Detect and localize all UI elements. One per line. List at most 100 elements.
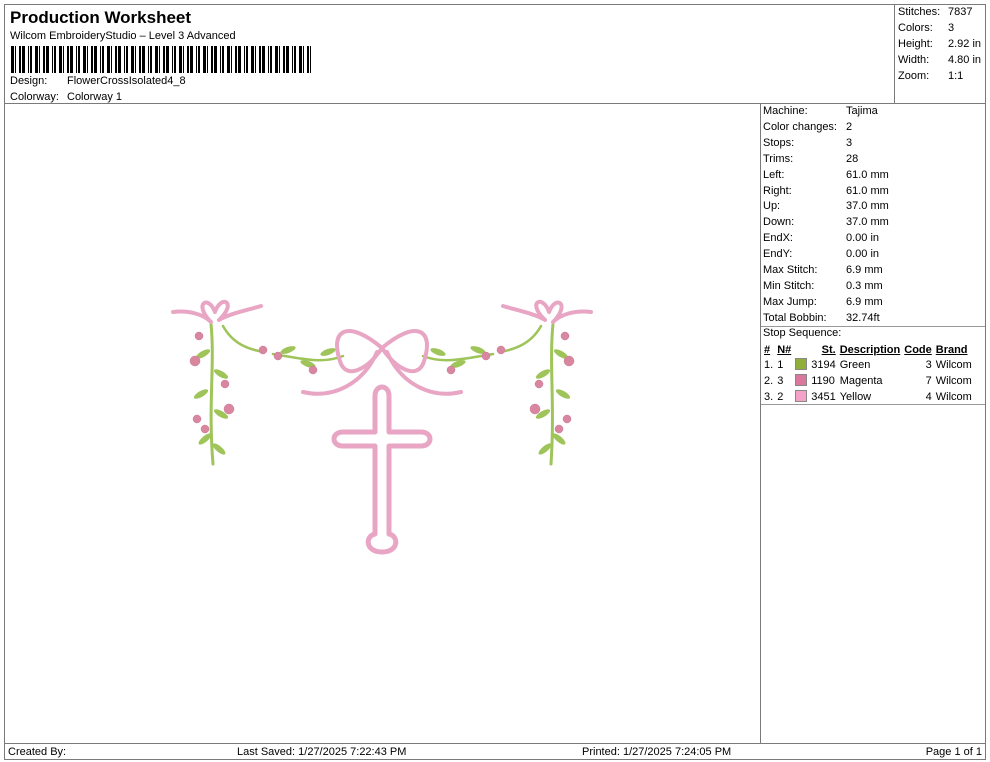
barcode-bar: [238, 46, 241, 73]
barcode-bar: [198, 46, 200, 73]
colorway-row: Colorway: Colorway 1: [10, 91, 122, 103]
barcode-bar: [244, 46, 245, 73]
barcode-bar: [220, 46, 221, 73]
detail-row-down: Down: 37.0 mm: [763, 216, 889, 229]
barcode-bar: [142, 46, 145, 73]
design-value: FlowerCrossIsolated4_8: [67, 75, 186, 87]
stop-sequence-row: 1. 1 3194 Green 3 Wilcom: [764, 358, 972, 371]
barcode-bar: [174, 46, 176, 73]
design-preview: [4, 103, 761, 744]
barcode-bar: [187, 46, 189, 73]
summary-row-width: Width: 4.80 in: [898, 54, 982, 66]
detail-row-endy: EndY: 0.00 in: [763, 248, 880, 261]
barcode-bar: [70, 46, 73, 73]
created-by: Created By:: [8, 746, 67, 758]
right-vine-branch: [499, 324, 543, 354]
barcode-bar: [118, 46, 121, 73]
barcode-bar: [163, 46, 165, 73]
color-swatch: [795, 374, 808, 386]
barcode-bar: [39, 46, 40, 73]
barcode-bar: [22, 46, 25, 73]
summary-row-stitches: Stitches: 7837: [898, 6, 973, 18]
barcode-bar: [43, 46, 45, 73]
worksheet-title: Production Worksheet: [10, 8, 192, 27]
detail-row-totalbobbin: Total Bobbin: 32.74ft: [763, 311, 880, 324]
barcode-bar: [76, 46, 77, 73]
table-bottom-divider: [761, 404, 985, 405]
barcode-bar: [299, 46, 302, 73]
barcode-bar: [207, 46, 208, 73]
detail-row-stops: Stops: 3: [763, 136, 853, 149]
summary-panel: Stitches: 7837 Colors: 3 Height: 2.92 in Wi…: [894, 4, 986, 104]
colorway-value: Colorway 1: [67, 91, 123, 103]
detail-row-up: Up: 37.0 mm: [763, 200, 889, 213]
barcode-bar: [94, 46, 97, 73]
left-vine-branch: [221, 324, 265, 354]
barcode-bar: [259, 46, 261, 73]
barcode-bar: [279, 46, 280, 73]
barcode-bar: [131, 46, 134, 73]
barcode-bar: [172, 46, 173, 73]
barcode-bar: [30, 46, 32, 73]
barcode-bar: [107, 46, 110, 73]
barcode-bar: [135, 46, 136, 73]
detail-row-right: Right: 61.0 mm: [763, 184, 889, 197]
barcode-bar: [148, 46, 149, 73]
footer: Created By: Last Saved: 1/27/2025 7:22:4…: [4, 743, 986, 760]
barcode-bar: [124, 46, 125, 73]
right-vine: [549, 322, 555, 466]
barcode-bar: [126, 46, 128, 73]
barcode-bar: [255, 46, 256, 73]
detail-row-endx: EndX: 0.00 in: [763, 232, 880, 245]
stop-sequence-table: # N# St. Description Code Brand 1. 1 3194 G…: [762, 342, 974, 405]
color-swatch: [795, 390, 808, 402]
barcode-bar: [294, 46, 296, 73]
barcode-bar: [46, 46, 49, 73]
barcode-bar: [211, 46, 213, 73]
barcode-bar: [115, 46, 117, 73]
detail-row-colorchanges: Color changes: 2: [763, 120, 853, 133]
cross: [331, 384, 433, 555]
detail-row-trims: Trims: 28: [763, 152, 859, 165]
detail-row-machine: Machine: Tajima: [763, 105, 878, 117]
barcode-bar: [52, 46, 53, 73]
barcode-bar: [63, 46, 64, 73]
stop-sequence-title: Stop Sequence:: [763, 327, 842, 339]
barcode-bar: [150, 46, 152, 73]
colorway-label: Colorway:: [10, 91, 59, 103]
barcode-bar: [67, 46, 69, 73]
barcode-bar: [251, 46, 254, 73]
barcode-bar: [28, 46, 29, 73]
barcode-bar: [15, 46, 16, 73]
barcode-bar: [11, 46, 14, 73]
barcode-bar: [155, 46, 158, 73]
worksheet-header: Production Worksheet Wilcom EmbroiderySt…: [4, 4, 895, 104]
page-number: Page 1 of 1: [925, 746, 982, 758]
barcode-bar: [227, 46, 230, 73]
barcode-bar: [275, 46, 278, 73]
design-name-row: Design: FlowerCrossIsolated4_8: [10, 75, 186, 87]
barcode-bar: [100, 46, 101, 73]
barcode-bar: [54, 46, 56, 73]
barcode-bar: [270, 46, 272, 73]
barcode-bar: [139, 46, 141, 73]
barcode-bar: [183, 46, 184, 73]
details-panel: Machine: Tajima Color changes: 2 Stops: 3 Trim…: [760, 103, 986, 744]
barcode-bar: [303, 46, 304, 73]
barcode-bar: [307, 46, 309, 73]
barcode-bar: [35, 46, 38, 73]
detail-row-maxjump: Max Jump: 6.9 mm: [763, 295, 883, 308]
barcode-bar: [83, 46, 86, 73]
barcode-bar: [59, 46, 62, 73]
barcode-bar: [214, 46, 217, 73]
detail-row-maxstitch: Max Stitch: 6.9 mm: [763, 264, 883, 276]
barcode-bar: [268, 46, 269, 73]
barcode-bar: [203, 46, 206, 73]
stop-sequence-header: # N# St. Description Code Brand: [764, 343, 968, 356]
barcode-bar: [102, 46, 104, 73]
barcode-bar: [231, 46, 232, 73]
barcode-bar: [111, 46, 112, 73]
design-label: Design:: [10, 75, 48, 87]
barcode-bar: [246, 46, 248, 73]
summary-row-height: Height: 2.92 in: [898, 38, 982, 50]
